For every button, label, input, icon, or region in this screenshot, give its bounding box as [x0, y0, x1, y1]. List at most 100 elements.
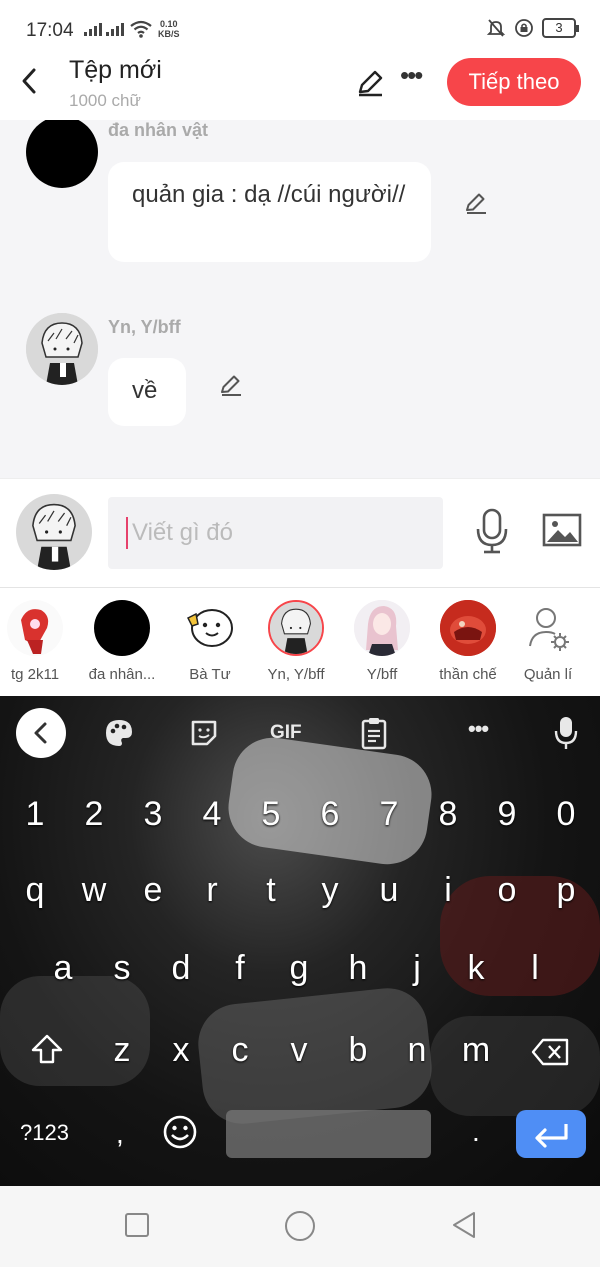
- message-input[interactable]: Viết gì đó: [108, 497, 443, 569]
- key-o[interactable]: o: [479, 862, 535, 918]
- sticker-icon[interactable]: [189, 716, 219, 750]
- microphone-icon[interactable]: [474, 507, 510, 555]
- key-y[interactable]: y: [302, 862, 358, 918]
- key-a[interactable]: a: [35, 940, 91, 996]
- character-item[interactable]: Y/bff: [337, 600, 427, 683]
- recent-apps-icon[interactable]: [124, 1212, 150, 1238]
- message-bubble[interactable]: quản gia : dạ //cúi người//: [108, 162, 431, 262]
- manage-characters[interactable]: Quản lí: [503, 600, 593, 683]
- key-e[interactable]: e: [125, 862, 181, 918]
- clipboard-icon[interactable]: [360, 716, 388, 750]
- edit-icon[interactable]: [218, 372, 244, 398]
- back-arrow-icon[interactable]: [18, 66, 42, 96]
- image-icon[interactable]: [542, 513, 582, 547]
- anime-avatar-image: [16, 494, 92, 570]
- key-n[interactable]: n: [389, 1022, 445, 1078]
- character-item[interactable]: đa nhân...: [77, 600, 167, 683]
- character-item[interactable]: Bà Tư: [165, 600, 255, 683]
- character-avatar: [182, 600, 238, 656]
- message-bubble[interactable]: về: [108, 358, 186, 426]
- key-5[interactable]: 5: [243, 786, 299, 842]
- anime-avatar-image: [270, 602, 322, 654]
- palette-icon[interactable]: [104, 716, 134, 750]
- key-3[interactable]: 3: [125, 786, 181, 842]
- next-button[interactable]: Tiếp theo: [447, 58, 581, 106]
- pen-icon[interactable]: [355, 68, 385, 98]
- backspace-icon[interactable]: [531, 1036, 571, 1068]
- character-avatar: [268, 600, 324, 656]
- key-9[interactable]: 9: [479, 786, 535, 842]
- gif-button[interactable]: GIF: [270, 716, 302, 750]
- signal-icon: [84, 22, 102, 36]
- symbols-key[interactable]: ?123: [20, 1120, 69, 1146]
- character-image: [440, 600, 496, 656]
- period-key[interactable]: .: [472, 1116, 480, 1148]
- key-m[interactable]: m: [448, 1022, 504, 1078]
- sender-name: đa nhân vật: [108, 120, 209, 140]
- enter-arrow-icon: [535, 1124, 568, 1148]
- page-title: Tệp mới: [69, 56, 162, 84]
- back-triangle-icon[interactable]: [450, 1210, 478, 1240]
- avatar[interactable]: [26, 313, 98, 385]
- key-b[interactable]: b: [330, 1022, 386, 1078]
- more-tools-icon[interactable]: •••: [468, 716, 489, 750]
- key-8[interactable]: 8: [420, 786, 476, 842]
- key-c[interactable]: c: [212, 1022, 268, 1078]
- key-f[interactable]: f: [212, 940, 268, 996]
- key-p[interactable]: p: [538, 862, 594, 918]
- key-2[interactable]: 2: [66, 786, 122, 842]
- character-item[interactable]: thần chế: [423, 600, 513, 683]
- shift-icon[interactable]: [29, 1032, 65, 1068]
- key-z[interactable]: z: [94, 1022, 150, 1078]
- wifi-icon: [130, 20, 152, 38]
- key-0[interactable]: 0: [538, 786, 594, 842]
- top-app-bar: Tệp mới 1000 chữ ••• Tiếp theo: [0, 50, 600, 120]
- more-options-icon[interactable]: •••: [400, 62, 426, 94]
- key-w[interactable]: w: [66, 862, 122, 918]
- key-s[interactable]: s: [94, 940, 150, 996]
- key-l[interactable]: l: [507, 940, 563, 996]
- character-label: thần chế: [439, 666, 497, 683]
- comma-key[interactable]: ,: [116, 1118, 124, 1150]
- key-v[interactable]: v: [271, 1022, 327, 1078]
- character-label: Y/bff: [366, 666, 398, 683]
- current-character-avatar[interactable]: [16, 494, 92, 570]
- key-d[interactable]: d: [153, 940, 209, 996]
- key-u[interactable]: u: [361, 862, 417, 918]
- key-i[interactable]: i: [420, 862, 476, 918]
- key-g[interactable]: g: [271, 940, 327, 996]
- soft-keyboard: GIF ••• 1234567890 qwertyuiop asdfghjkl zxc…: [0, 696, 600, 1186]
- key-6[interactable]: 6: [302, 786, 358, 842]
- character-image: [7, 600, 63, 656]
- key-t[interactable]: t: [243, 862, 299, 918]
- character-avatar: [7, 600, 63, 656]
- anime-avatar-image: [26, 313, 98, 385]
- character-item[interactable]: tg 2k11: [0, 600, 80, 683]
- status-time: 17:04: [26, 20, 74, 41]
- key-1[interactable]: 1: [7, 786, 63, 842]
- key-x[interactable]: x: [153, 1022, 209, 1078]
- key-7[interactable]: 7: [361, 786, 417, 842]
- key-j[interactable]: j: [389, 940, 445, 996]
- key-r[interactable]: r: [184, 862, 240, 918]
- space-bar[interactable]: [226, 1110, 431, 1158]
- character-label: Quản lí: [523, 666, 573, 683]
- emoji-icon[interactable]: [162, 1114, 198, 1150]
- avatar[interactable]: [26, 120, 98, 188]
- character-label: đa nhân...: [88, 666, 156, 683]
- edit-icon[interactable]: [463, 190, 489, 216]
- key-h[interactable]: h: [330, 940, 386, 996]
- keyboard-collapse-button[interactable]: [16, 708, 66, 758]
- word-count: 1000 chữ: [69, 91, 141, 110]
- signal-icon-2: [106, 22, 124, 36]
- mute-bell-icon: [486, 19, 506, 37]
- enter-key[interactable]: [516, 1110, 586, 1158]
- key-q[interactable]: q: [7, 862, 63, 918]
- home-icon[interactable]: [284, 1210, 316, 1242]
- key-4[interactable]: 4: [184, 786, 240, 842]
- character-item-selected[interactable]: Yn, Y/bff: [251, 600, 341, 683]
- system-nav-bar: [0, 1186, 600, 1267]
- voice-input-icon[interactable]: [554, 716, 578, 750]
- speed-unit: KB/S: [158, 29, 180, 39]
- key-k[interactable]: k: [448, 940, 504, 996]
